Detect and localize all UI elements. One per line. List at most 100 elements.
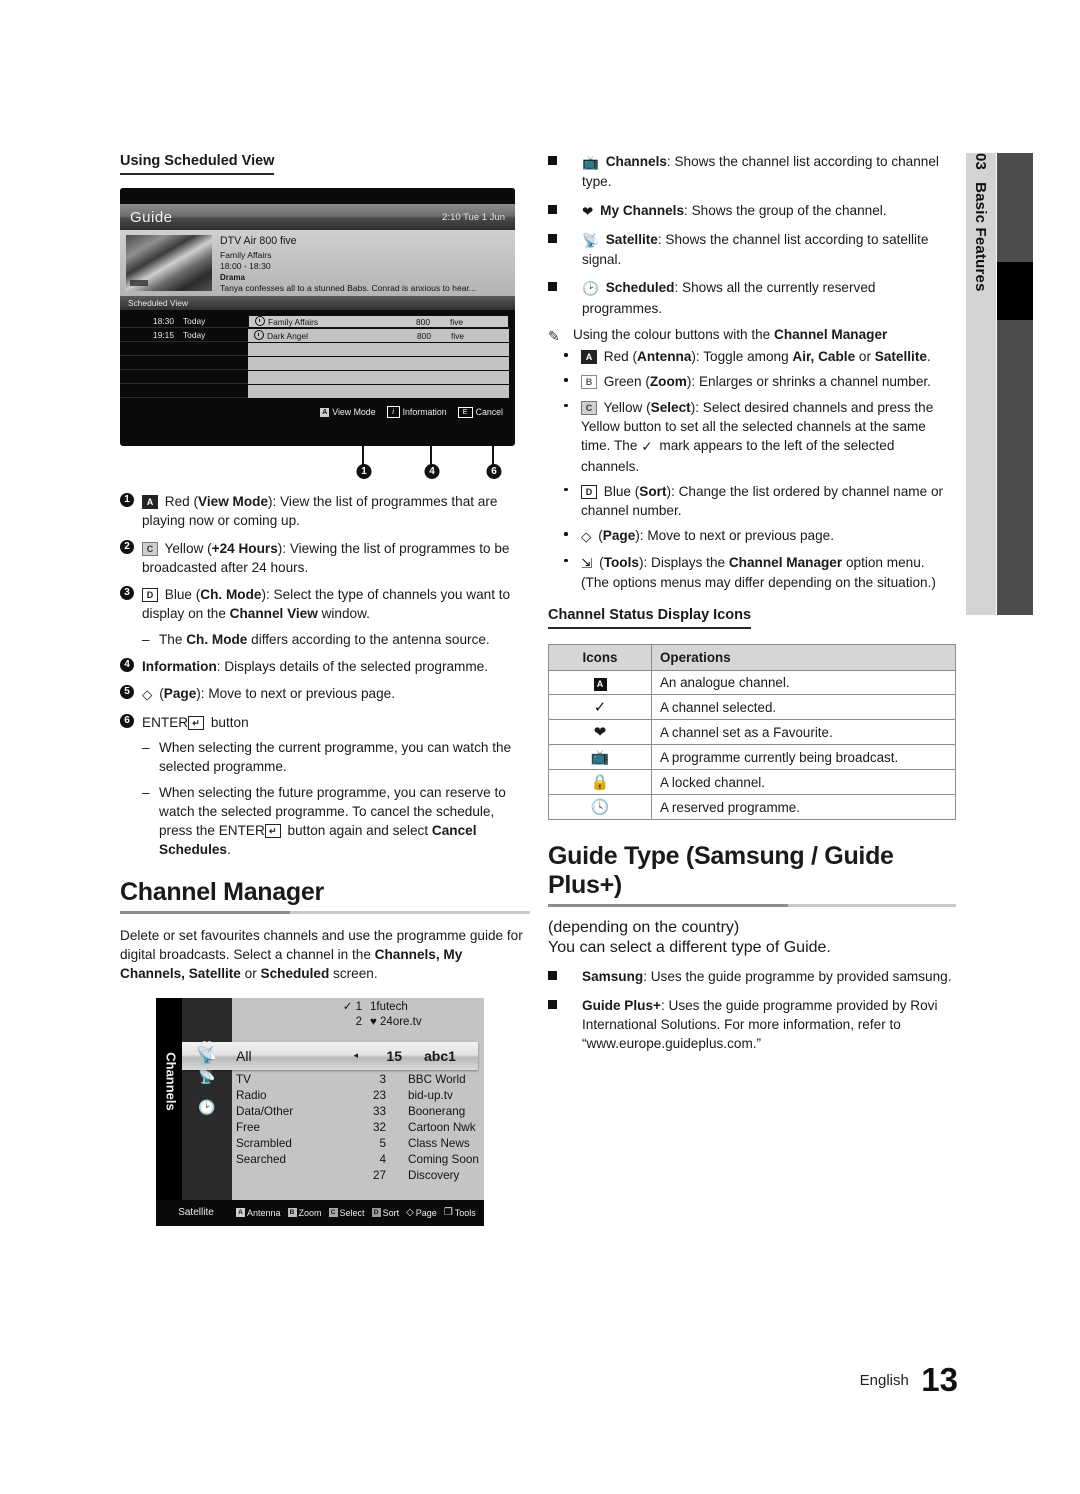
list-item-text: D Blue (Ch. Mode): Select the type of ch…: [142, 587, 511, 622]
cm-highlight-row[interactable]: 📡 All ◂ 15 abc1: [182, 1041, 478, 1070]
cm-channel-name[interactable]: bid-up.tv: [408, 1088, 484, 1104]
status-icon: 📺: [548, 744, 652, 771]
cm-footer-button[interactable]: B Zoom: [287, 1207, 322, 1218]
cm-footer-button[interactable]: ❐ Tools: [444, 1207, 476, 1218]
dot-bullet-icon: [564, 378, 568, 382]
cm-channel-number: 27: [372, 1169, 386, 1183]
cm-footer-button[interactable]: D Sort: [371, 1207, 400, 1218]
square-bullet-item: 📡 Satellite: Shows the channel list acco…: [548, 230, 956, 270]
guide-row-number: 800: [417, 330, 431, 341]
guide-top-strip: [120, 188, 515, 204]
section-heading-scheduled-view: Using Scheduled View: [120, 153, 275, 175]
cm-channel-number: 3: [379, 1072, 386, 1086]
guide-info-panel: DTV Air 800 five Family Affairs 18:00 - …: [120, 230, 515, 296]
guide-type-intro: You can select a different type of Guide…: [548, 939, 831, 957]
channel-manager-screenshot-mock: Channels ❤ 📡 🕑 ✓ 1 1futech 2 ♥ 24ore.tv 📡 A…: [156, 997, 484, 1226]
status-operation: A programme currently being broadcast.: [651, 744, 956, 771]
guide-row-empty[interactable]: [120, 371, 515, 384]
cm-category-list[interactable]: TV Radio Data/Other Free Scrambled Searched: [232, 1072, 328, 1185]
callout-marker: 1: [356, 464, 372, 479]
guide-type-item: Guide Plus+: Uses the guide programme pr…: [548, 996, 956, 1054]
channel-manager-body: Delete or set favourites channels and us…: [120, 927, 523, 982]
square-bullet-icon: [548, 999, 557, 1009]
cm-category-item[interactable]: TV: [236, 1072, 328, 1088]
square-bullet-icon: [548, 971, 557, 981]
cm-channel-name[interactable]: Discovery: [408, 1168, 484, 1184]
cm-footer-button-label: Zoom: [298, 1207, 322, 1218]
guide-row-empty[interactable]: [120, 357, 515, 370]
guide-row-number: 800: [416, 316, 430, 327]
cm-channel-number: 4: [379, 1153, 386, 1167]
callout-marker: 4: [424, 464, 440, 479]
left-column: Using Scheduled View Guide 2:10 Tue 1 Ju…: [120, 152, 530, 1226]
bullet-text: ◇ (Page): Move to next or previous page.: [581, 528, 835, 545]
cm-channel-names[interactable]: BBC World bid-up.tv Boonerang Cartoon Nwk Cl…: [394, 1072, 484, 1185]
clock-icon: 🕑: [198, 1098, 216, 1115]
guide-row-empty[interactable]: [120, 343, 515, 356]
key-icon: A: [320, 407, 330, 417]
table-header-row: Icons Operations: [548, 644, 956, 672]
cm-channel-name[interactable]: BBC World: [408, 1072, 484, 1088]
callout-leader-line: [492, 446, 494, 466]
status-operation: A locked channel.: [651, 769, 956, 796]
cm-category-item[interactable]: Searched: [236, 1152, 328, 1168]
key-icon: i: [386, 406, 400, 418]
cm-preview-row[interactable]: 2 ♥ 24ore.tv: [232, 1015, 474, 1031]
cm-footer-button[interactable]: ◇ Page: [406, 1207, 437, 1218]
numbered-list-item: 1 A Red (View Mode): View the list of pro…: [120, 492, 530, 531]
cm-channel-number: 33: [372, 1104, 386, 1118]
guide-footer-button-label: View Mode: [332, 407, 376, 417]
dot-bullet-icon: [564, 532, 568, 536]
footer-page-number: 13: [921, 1361, 958, 1398]
status-operation: A channel selected.: [651, 694, 956, 721]
cm-category-item[interactable]: Data/Other: [236, 1104, 328, 1120]
colour-button-item: B Green (Zoom): Enlarges or shrinks a ch…: [548, 372, 956, 391]
guide-header: Guide 2:10 Tue 1 Jun: [120, 204, 515, 230]
cm-side-tab-label: Channels: [163, 1051, 179, 1111]
guide-row[interactable]: 18:30 Today Family Affairs 800 five: [120, 315, 515, 328]
heading-rule: [548, 904, 956, 908]
guide-row-empty[interactable]: [120, 385, 515, 398]
guide-type-item: Samsung: Uses the guide programme by pro…: [548, 967, 956, 986]
cm-category-item[interactable]: Free: [236, 1120, 328, 1136]
colour-buttons-note: ✎ Using the colour buttons with the Chan…: [548, 327, 956, 344]
guide-type-options: Samsung: Uses the guide programme by pro…: [548, 967, 956, 1053]
cm-footer-button[interactable]: C Select: [328, 1207, 365, 1218]
cm-channel-name[interactable]: Class News: [408, 1136, 484, 1152]
bullet-text: C Yellow (Select): Select desired channe…: [581, 399, 934, 474]
cm-highlight-arrow: ◂: [353, 1050, 358, 1061]
dot-bullet-icon: [564, 558, 568, 563]
table-row: 🕓 A reserved programme.: [548, 794, 956, 821]
callout-marker: 6: [486, 464, 502, 479]
guide-footer-button[interactable]: i Information: [386, 406, 447, 418]
dot-bullet-icon: [564, 403, 568, 408]
right-column: 📺 Channels: Shows the channel list accor…: [548, 152, 956, 1063]
cm-channel-name[interactable]: Boonerang: [408, 1104, 484, 1120]
guide-row[interactable]: 19:15 Today Dark Angel 800 five: [120, 329, 515, 342]
guide-footer-button[interactable]: A View Mode: [320, 407, 376, 417]
cm-footer-button-label: Sort: [382, 1207, 400, 1218]
cm-preview-row[interactable]: ✓ 1 1futech: [232, 1000, 474, 1016]
column-header-icons: Icons: [548, 644, 652, 672]
colour-button-item: ◇ (Page): Move to next or previous page.: [548, 526, 956, 546]
cm-channel-name[interactable]: Cartoon Nwk: [408, 1120, 484, 1136]
square-bullet-icon: [548, 282, 557, 292]
guide-footer-button[interactable]: E Cancel: [457, 406, 503, 418]
bullet-text: ❤ My Channels: Shows the group of the ch…: [582, 202, 887, 219]
colour-button-item: C Yellow (Select): Select desired channe…: [548, 398, 956, 476]
cm-preview-name: 1futech: [370, 1000, 408, 1013]
cm-channel-name[interactable]: Coming Soon: [408, 1152, 484, 1168]
cm-preview-number: ✓ 1: [342, 1000, 362, 1013]
cm-footer-button[interactable]: A Antenna: [236, 1208, 281, 1218]
guide-row-channel: five: [450, 316, 464, 327]
guide-channel-line: DTV Air 800 five: [220, 235, 297, 247]
cm-category-item[interactable]: Radio: [236, 1088, 328, 1104]
cm-category-item[interactable]: Scrambled: [236, 1136, 328, 1152]
guide-title: Guide: [130, 208, 173, 226]
cm-footer-button-label: Select: [339, 1207, 365, 1218]
callout-leader-line: [430, 446, 432, 466]
colour-button-item: ⇲ (Tools): Displays the Channel Manager …: [548, 553, 956, 593]
bullet-text: Samsung: Uses the guide programme by pro…: [582, 969, 952, 985]
key-icon: A: [236, 1208, 245, 1218]
callout-leader-line: [362, 446, 364, 466]
